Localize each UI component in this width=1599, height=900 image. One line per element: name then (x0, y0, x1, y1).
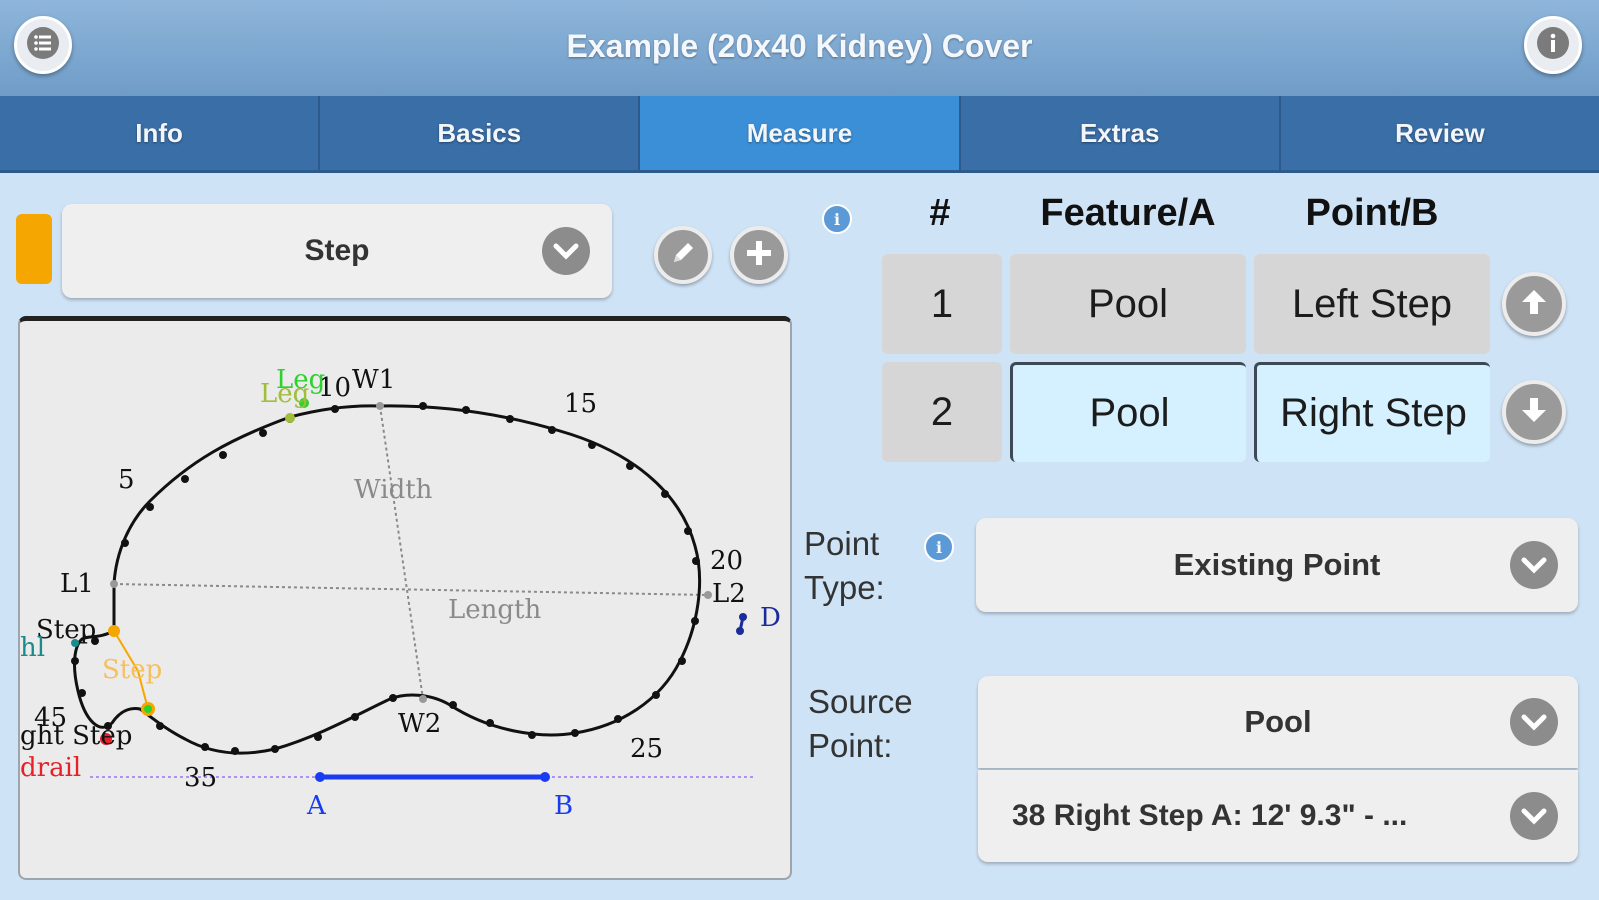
arrow-up-icon (1519, 287, 1549, 322)
row-2-feature[interactable]: Pool (1010, 362, 1246, 462)
source-point-detail: 38 Right Step A: 12' 9.3" - ... (1012, 799, 1408, 832)
arrow-down-icon (1519, 395, 1549, 430)
source-point-label: Source Point: (808, 683, 913, 764)
label-l1: L1 (60, 569, 94, 599)
header-feature: Feature/A (1040, 192, 1216, 234)
label-handrail: drail (20, 753, 82, 783)
row-1-point[interactable]: Left Step (1254, 254, 1490, 354)
row-1-num[interactable]: 1 (882, 254, 1002, 354)
edit-button[interactable] (654, 226, 712, 284)
page-title: Example (20x40 Kidney) Cover (566, 28, 1033, 64)
source-point-detail-select[interactable]: 38 Right Step A: 12' 9.3" - ... (978, 770, 1578, 862)
tab-bar: Info Basics Measure Extras Review (0, 96, 1599, 173)
point-type-value: Existing Point (1173, 547, 1381, 582)
label-d: D (760, 603, 781, 633)
chevron-down-icon (542, 227, 590, 275)
pencil-icon (668, 238, 698, 273)
drawing-labels: 5 10 W1 15 20 L2 L1 Width Length W2 25 3… (20, 321, 790, 878)
row-2-point[interactable]: Right Step (1254, 362, 1490, 462)
tab-extras[interactable]: Extras (961, 96, 1281, 170)
header-num: # (929, 192, 951, 234)
table-info-icon[interactable]: i (822, 204, 852, 234)
label-w2: W2 (398, 709, 442, 739)
info-icon (1536, 26, 1570, 65)
move-down-button[interactable] (1502, 380, 1566, 444)
tab-info[interactable]: Info (0, 96, 321, 170)
header-point: Point/B (1305, 192, 1439, 234)
source-point-value: Pool (1244, 704, 1312, 739)
tab-measure[interactable]: Measure (640, 96, 961, 170)
label-15: 15 (564, 389, 598, 419)
label-right-step: ght Step (20, 721, 133, 751)
label-hl: hl (20, 633, 46, 663)
add-button[interactable] (730, 226, 788, 284)
move-up-button[interactable] (1502, 272, 1566, 336)
label-leg-olive: Leg (260, 379, 310, 409)
tab-review[interactable]: Review (1281, 96, 1599, 170)
label-l2: L2 (712, 579, 746, 609)
label-step-orange: Step (102, 655, 163, 685)
point-type-info-icon[interactable]: i (924, 532, 954, 562)
plus-icon (744, 238, 774, 273)
point-type-label: Point Type: (804, 525, 885, 606)
feature-select[interactable]: Step (62, 204, 612, 298)
title-bar: Example (20x40 Kidney) Cover (0, 0, 1599, 96)
feature-select-value: Step (304, 234, 370, 267)
point-type-select[interactable]: Existing Point (976, 518, 1578, 612)
row-2-num[interactable]: 2 (882, 362, 1002, 462)
label-5: 5 (118, 465, 135, 495)
label-w1: W1 (352, 365, 396, 395)
label-length: Length (448, 595, 542, 625)
tab-basics[interactable]: Basics (320, 96, 641, 170)
label-b: B (554, 791, 574, 821)
chevron-down-icon (1510, 792, 1558, 840)
chevron-down-icon (1510, 541, 1558, 589)
label-a: A (307, 791, 326, 821)
label-20: 20 (710, 546, 744, 576)
chevron-down-icon (1510, 698, 1558, 746)
pool-drawing-canvas[interactable]: 5 10 W1 15 20 L2 L1 Width Length W2 25 3… (18, 316, 792, 880)
info-button[interactable] (1524, 16, 1582, 74)
feature-color-swatch[interactable] (16, 214, 52, 284)
label-35: 35 (184, 763, 218, 793)
label-25: 25 (630, 734, 664, 764)
source-point-select[interactable]: Pool (978, 676, 1578, 768)
label-width: Width (354, 475, 433, 505)
row-1-feature[interactable]: Pool (1010, 254, 1246, 354)
